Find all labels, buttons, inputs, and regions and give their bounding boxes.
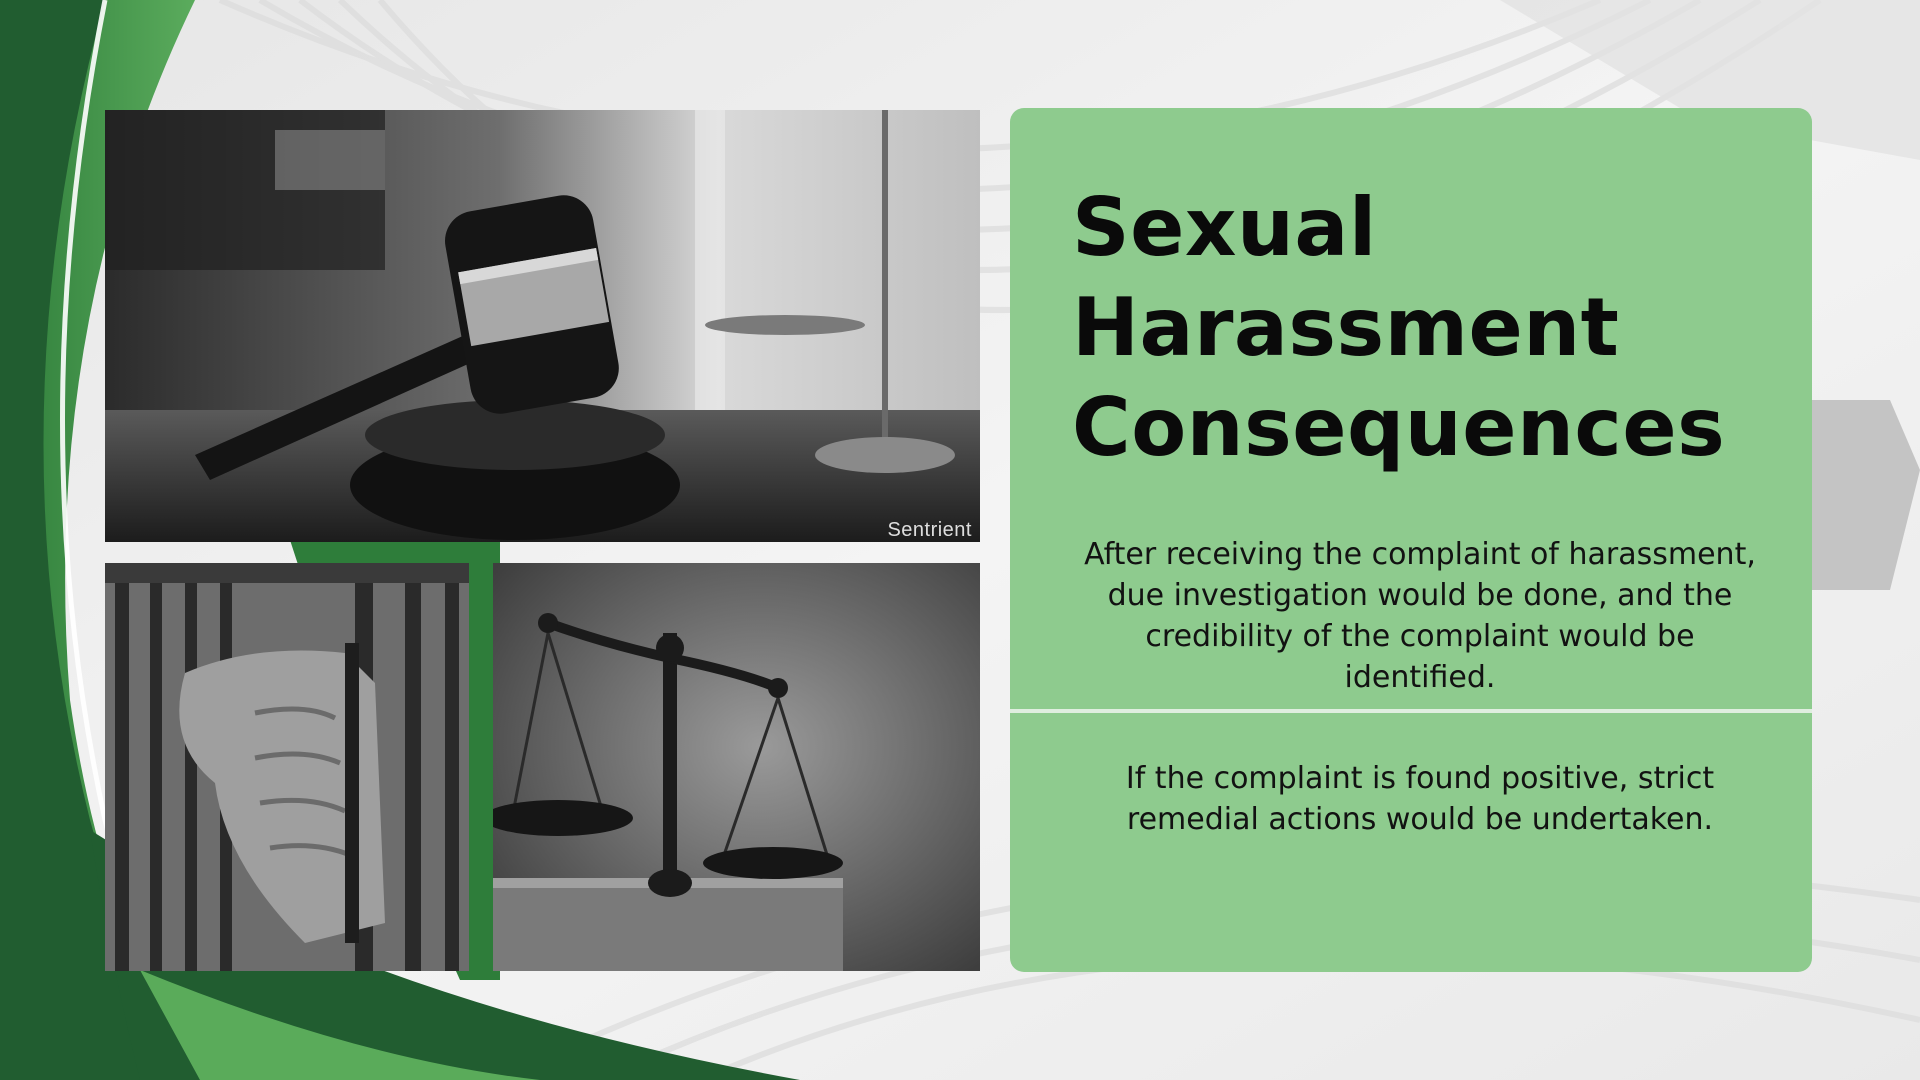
section-divider xyxy=(1010,709,1812,713)
slide-title: Sexual Harassment Consequences xyxy=(1072,178,1772,478)
gavel-photo: Sentrient xyxy=(105,110,980,542)
title-line-2: Harassment xyxy=(1072,281,1620,374)
jail-bars-photo xyxy=(105,563,469,971)
watermark-text: Sentrient xyxy=(887,519,972,541)
title-line-3: Consequences xyxy=(1072,381,1726,474)
content-card: Sexual Harassment Consequences After rec… xyxy=(1010,108,1812,972)
title-line-1: Sexual xyxy=(1072,181,1377,274)
scales-of-justice-photo xyxy=(493,563,980,971)
investigation-paragraph: After receiving the complaint of harassm… xyxy=(1084,537,1756,695)
remedial-action-paragraph: If the complaint is found positive, stri… xyxy=(1125,761,1715,837)
